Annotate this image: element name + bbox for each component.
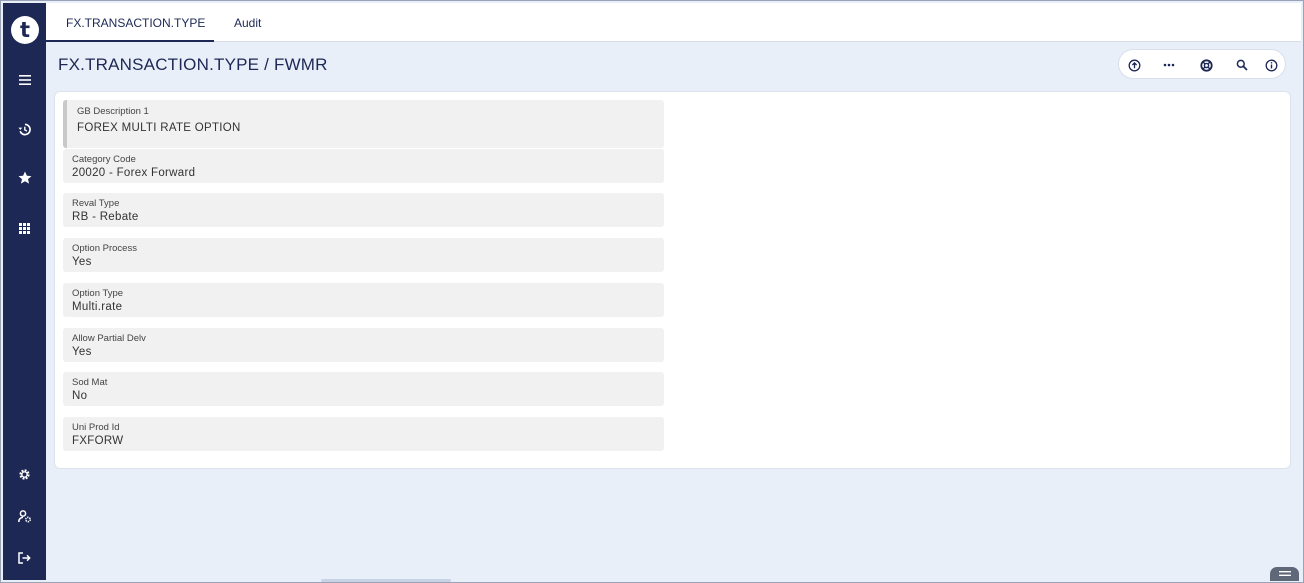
field-label: Reval Type xyxy=(72,198,120,209)
menu-icon[interactable] xyxy=(3,67,46,93)
record-details-card: GB Description 1 FOREX MULTI RATE OPTION… xyxy=(54,91,1291,469)
field-option-type[interactable]: Option Type Multi.rate xyxy=(63,283,664,317)
history-icon[interactable] xyxy=(3,116,46,142)
field-value: FOREX MULTI RATE OPTION xyxy=(77,122,241,134)
field-label: GB Description 1 xyxy=(77,106,149,117)
field-label: Category Code xyxy=(72,154,136,165)
field-sod-mat[interactable]: Sod Mat No xyxy=(63,372,664,406)
more-icon[interactable] xyxy=(1160,56,1178,74)
field-reval-type[interactable]: Reval Type RB - Rebate xyxy=(63,193,664,227)
sidebar: t xyxy=(3,3,46,580)
field-option-process[interactable]: Option Process Yes xyxy=(63,238,664,272)
field-label: Allow Partial Delv xyxy=(72,333,146,344)
chat-toggle-button[interactable] xyxy=(1270,567,1299,581)
help-icon[interactable] xyxy=(1197,56,1215,74)
field-value: Yes xyxy=(72,346,92,358)
field-value: No xyxy=(72,390,88,402)
upload-icon[interactable] xyxy=(1125,56,1143,74)
tab-audit[interactable]: Audit xyxy=(214,3,281,42)
field-category-code[interactable]: Category Code 20020 - Forex Forward xyxy=(63,149,664,183)
field-label: Sod Mat xyxy=(72,377,108,388)
app-logo[interactable]: t xyxy=(11,16,39,44)
apps-grid-icon[interactable] xyxy=(3,215,46,241)
app-window: t FX.TRANSACTION.TYPE Audit FX.TRANSACTI… xyxy=(0,0,1304,583)
field-value: 20020 - Forex Forward xyxy=(72,167,196,179)
field-value: RB - Rebate xyxy=(72,211,139,223)
info-icon[interactable] xyxy=(1262,56,1280,74)
settings-icon[interactable] xyxy=(3,461,46,487)
field-uni-prod-id[interactable]: Uni Prod Id FXFORW xyxy=(63,417,664,451)
field-label: Option Process xyxy=(72,243,137,254)
field-value: Yes xyxy=(72,256,92,268)
user-settings-icon[interactable] xyxy=(3,503,46,529)
field-allow-partial-delv[interactable]: Allow Partial Delv Yes xyxy=(63,328,664,362)
page-title: FX.TRANSACTION.TYPE / FWMR xyxy=(58,55,328,74)
horizontal-scrollbar[interactable] xyxy=(321,579,451,582)
field-value: Multi.rate xyxy=(72,301,123,313)
field-value: FXFORW xyxy=(72,435,124,447)
field-label: Uni Prod Id xyxy=(72,422,120,433)
logout-icon[interactable] xyxy=(3,545,46,571)
title-bar: FX.TRANSACTION.TYPE / FWMR xyxy=(46,43,1301,85)
tab-fx-transaction-type[interactable]: FX.TRANSACTION.TYPE xyxy=(46,3,214,42)
record-toolbar xyxy=(1118,49,1286,79)
field-gb-description[interactable]: GB Description 1 FOREX MULTI RATE OPTION xyxy=(63,100,664,148)
lines-icon xyxy=(1278,571,1291,576)
star-icon[interactable] xyxy=(3,165,46,191)
search-icon[interactable] xyxy=(1233,56,1251,74)
field-label: Option Type xyxy=(72,288,124,299)
tab-bar: FX.TRANSACTION.TYPE Audit xyxy=(46,3,1301,42)
